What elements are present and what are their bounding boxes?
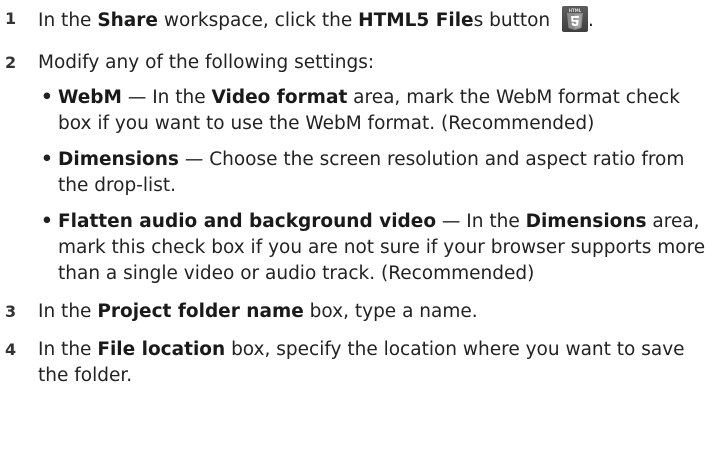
step-text: In the — [38, 10, 98, 31]
step-2: 2 Modify any of the following settings: •… — [0, 50, 715, 287]
box-name: File location — [97, 339, 226, 360]
box-name: Project folder name — [97, 301, 304, 322]
setting-name: WebM — [58, 87, 122, 108]
step-text: box, type a name. — [303, 301, 478, 322]
step-1: 1 In the Share workspace, click the HTML5… — [0, 6, 715, 34]
instruction-document: 1 In the Share workspace, click the HTML5… — [0, 0, 715, 459]
list-item-webm: • WebM — In the Video format area, mark t… — [38, 85, 715, 137]
workspace-name: Share — [97, 10, 158, 31]
step-number: 4 — [5, 340, 17, 359]
step-text: workspace, click the — [157, 10, 359, 31]
setting-text: — In the — [436, 211, 526, 232]
html5-icon-label: HTML — [569, 8, 582, 13]
step-text: s button — [473, 10, 557, 31]
button-name: HTML5 File — [358, 10, 474, 31]
area-name: Video format — [211, 87, 348, 108]
step-text: In the — [38, 339, 98, 360]
step-number: 2 — [5, 53, 17, 72]
list-item-dimensions: • Dimensions — Choose the screen resoluti… — [38, 147, 715, 199]
list-item-flatten-audio: • Flatten audio and background video — In… — [38, 209, 715, 287]
step-text: . — [588, 10, 594, 31]
step-number: 1 — [5, 9, 17, 28]
setting-text: — In the — [121, 87, 212, 108]
bullet: • — [41, 149, 53, 170]
step-3: 3 In the Project folder name box, type a … — [0, 299, 715, 325]
bullet: • — [41, 211, 53, 232]
step-text: In the — [38, 301, 98, 322]
step-4: 4 In the File location box, specify the l… — [0, 337, 715, 389]
html5-icon: HTML — [562, 6, 589, 32]
settings-list: • WebM — In the Video format area, mark t… — [38, 85, 715, 287]
step-text: Modify any of the following settings: — [38, 52, 375, 73]
bullet: • — [41, 87, 53, 108]
setting-name: Flatten audio and background video — [58, 211, 437, 232]
setting-name: Dimensions — [58, 149, 179, 170]
area-name: Dimensions — [525, 211, 647, 232]
step-number: 3 — [5, 302, 17, 321]
